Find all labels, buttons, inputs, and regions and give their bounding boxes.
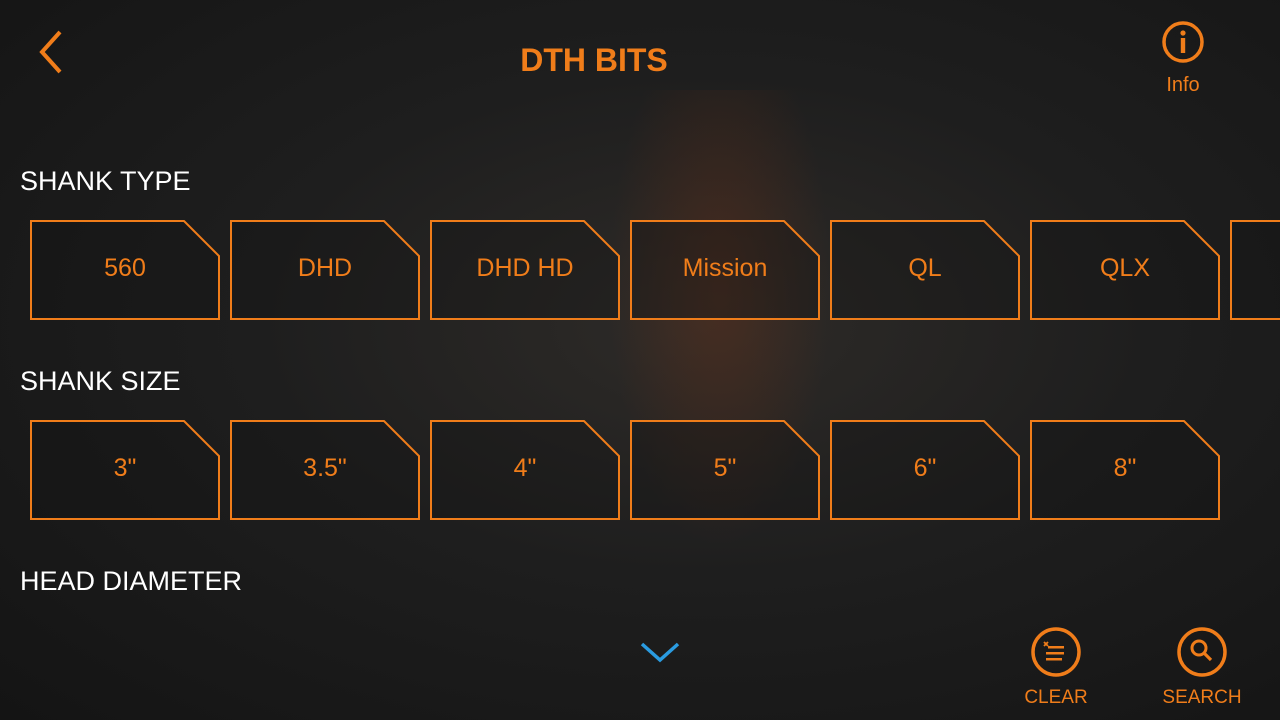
option-label: 6": [913, 454, 937, 482]
option-tile[interactable]: 5": [630, 420, 820, 520]
search-button[interactable]: SEARCH: [1152, 626, 1252, 709]
clear-label: CLEAR: [1024, 687, 1088, 708]
option-label: 3.5": [303, 454, 347, 482]
page-title: DTH BITS: [520, 42, 668, 78]
scroll-down-chevron-icon[interactable]: [640, 640, 680, 664]
option-label: DHD HD: [476, 254, 574, 282]
option-label: 4": [513, 454, 537, 482]
tile-border: [1230, 220, 1280, 320]
search-icon: [1177, 627, 1227, 677]
option-tile[interactable]: DHD HD: [430, 220, 620, 320]
info-circle-icon: [1162, 21, 1204, 63]
option-tile[interactable]: 3.5": [230, 420, 420, 520]
info-button[interactable]: [1160, 20, 1206, 69]
section-title-shank-size: SHANK SIZE: [20, 366, 181, 396]
option-tile[interactable]: 4": [430, 420, 620, 520]
option-label: 8": [1113, 454, 1137, 482]
option-tile[interactable]: [1230, 220, 1280, 320]
section-title-shank-type: SHANK TYPE: [20, 166, 191, 196]
option-label: 5": [713, 454, 737, 482]
option-tile[interactable]: QLX: [1030, 220, 1220, 320]
option-tile[interactable]: 3": [30, 420, 220, 520]
option-label: Mission: [682, 254, 768, 282]
option-tile[interactable]: QL: [830, 220, 1020, 320]
section-title-head-diameter: HEAD DIAMETER: [20, 566, 243, 596]
option-tile[interactable]: DHD: [230, 220, 420, 320]
option-tile[interactable]: Mission: [630, 220, 820, 320]
option-label: 3": [113, 454, 137, 482]
option-label: QLX: [1099, 254, 1151, 282]
info-label: Info: [1166, 74, 1200, 96]
clear-filter-icon: [1031, 627, 1081, 677]
search-label: SEARCH: [1162, 687, 1242, 708]
option-tile[interactable]: 8": [1030, 420, 1220, 520]
clear-button[interactable]: CLEAR: [1006, 626, 1106, 709]
option-label: 560: [104, 254, 146, 282]
option-label: QL: [908, 254, 942, 282]
option-tile[interactable]: 6": [830, 420, 1020, 520]
option-tile[interactable]: 560: [30, 220, 220, 320]
option-label: DHD: [297, 254, 353, 282]
